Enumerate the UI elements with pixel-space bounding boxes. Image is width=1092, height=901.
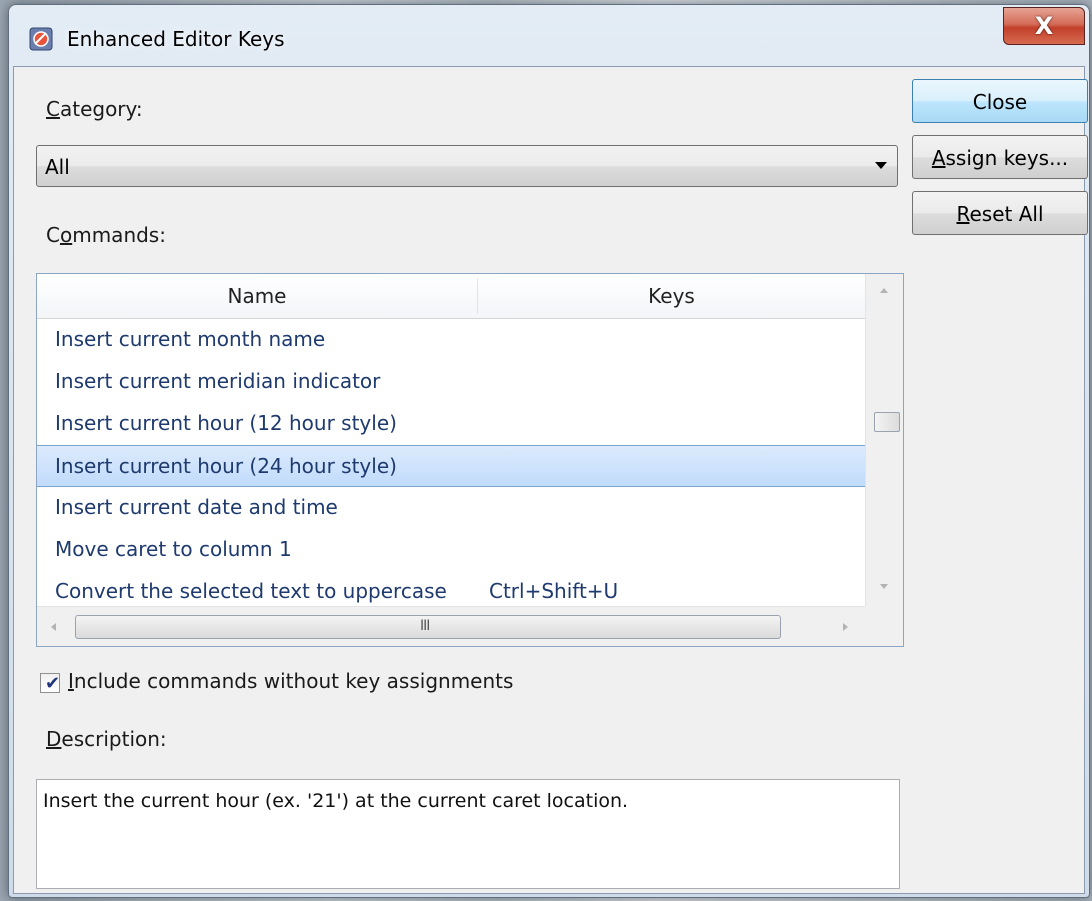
description-label: Description: — [46, 727, 167, 751]
scrollbar-corner — [865, 606, 903, 646]
command-name: Insert current hour (24 hour style) — [55, 454, 397, 478]
chevron-down-icon — [875, 162, 887, 169]
command-name: Convert the selected text to uppercase — [55, 579, 447, 603]
horizontal-scrollbar[interactable]: III — [37, 606, 865, 646]
table-row[interactable]: Move caret to column 1 — [37, 529, 865, 571]
description-text: Insert the current hour (ex. '21') at th… — [43, 790, 629, 812]
command-name: Insert current month name — [55, 327, 326, 351]
close-button[interactable]: Close — [912, 79, 1088, 123]
scroll-down-icon[interactable] — [880, 584, 888, 589]
command-name: Insert current date and time — [55, 495, 338, 519]
scroll-up-icon[interactable] — [880, 288, 888, 293]
category-label: Category: — [46, 97, 143, 121]
description-box[interactable]: Insert the current hour (ex. '21') at th… — [36, 779, 900, 889]
vertical-scrollbar[interactable] — [865, 274, 903, 606]
table-row[interactable]: Insert current meridian indicator — [37, 361, 865, 403]
commands-rows: Insert current month name Insert current… — [37, 319, 865, 613]
table-row[interactable]: Insert current hour (12 hour style) — [37, 403, 865, 445]
category-dropdown[interactable]: All — [36, 145, 898, 187]
scroll-left-icon[interactable] — [51, 623, 56, 631]
category-selected-value: All — [45, 155, 70, 179]
horizontal-scroll-thumb[interactable]: III — [75, 615, 781, 639]
command-name: Insert current meridian indicator — [55, 369, 381, 393]
table-row-selected[interactable]: Insert current hour (24 hour style) — [37, 445, 865, 487]
commands-list-header: Name Keys — [37, 274, 865, 319]
command-name: Move caret to column 1 — [55, 537, 292, 561]
command-name: Insert current hour (12 hour style) — [55, 411, 397, 435]
window-close-button[interactable]: X — [1003, 7, 1085, 45]
commands-label: Commands: — [46, 223, 166, 247]
checkmark-icon: ✔ — [45, 673, 61, 694]
include-unassigned-label[interactable]: Include commands without key assignments — [68, 669, 513, 693]
include-unassigned-checkbox[interactable]: ✔ — [40, 673, 61, 694]
scroll-right-icon[interactable] — [843, 623, 848, 631]
dialog-client-area: Category: All Commands: Name Keys Insert… — [13, 66, 1088, 894]
table-row[interactable]: Insert current date and time — [37, 487, 865, 529]
table-row[interactable]: Insert current month name — [37, 319, 865, 361]
column-header-name[interactable]: Name — [37, 274, 477, 318]
grip-icon: III — [420, 618, 430, 634]
assign-keys-button[interactable]: Assign keys... — [912, 135, 1088, 179]
commands-list[interactable]: Name Keys Insert current month name Inse… — [36, 273, 904, 647]
dialog-window: Enhanced Editor Keys X Category: All Com… — [8, 4, 1090, 898]
reset-all-button[interactable]: Reset All — [912, 191, 1088, 235]
close-icon: X — [1034, 12, 1054, 40]
command-keys: Ctrl+Shift+U — [489, 579, 619, 603]
column-header-keys[interactable]: Keys — [478, 274, 865, 318]
editor-keys-app-icon — [29, 27, 53, 51]
window-title: Enhanced Editor Keys — [67, 27, 285, 51]
vertical-scroll-thumb[interactable] — [874, 412, 900, 432]
title-bar[interactable]: Enhanced Editor Keys X — [9, 5, 1089, 65]
